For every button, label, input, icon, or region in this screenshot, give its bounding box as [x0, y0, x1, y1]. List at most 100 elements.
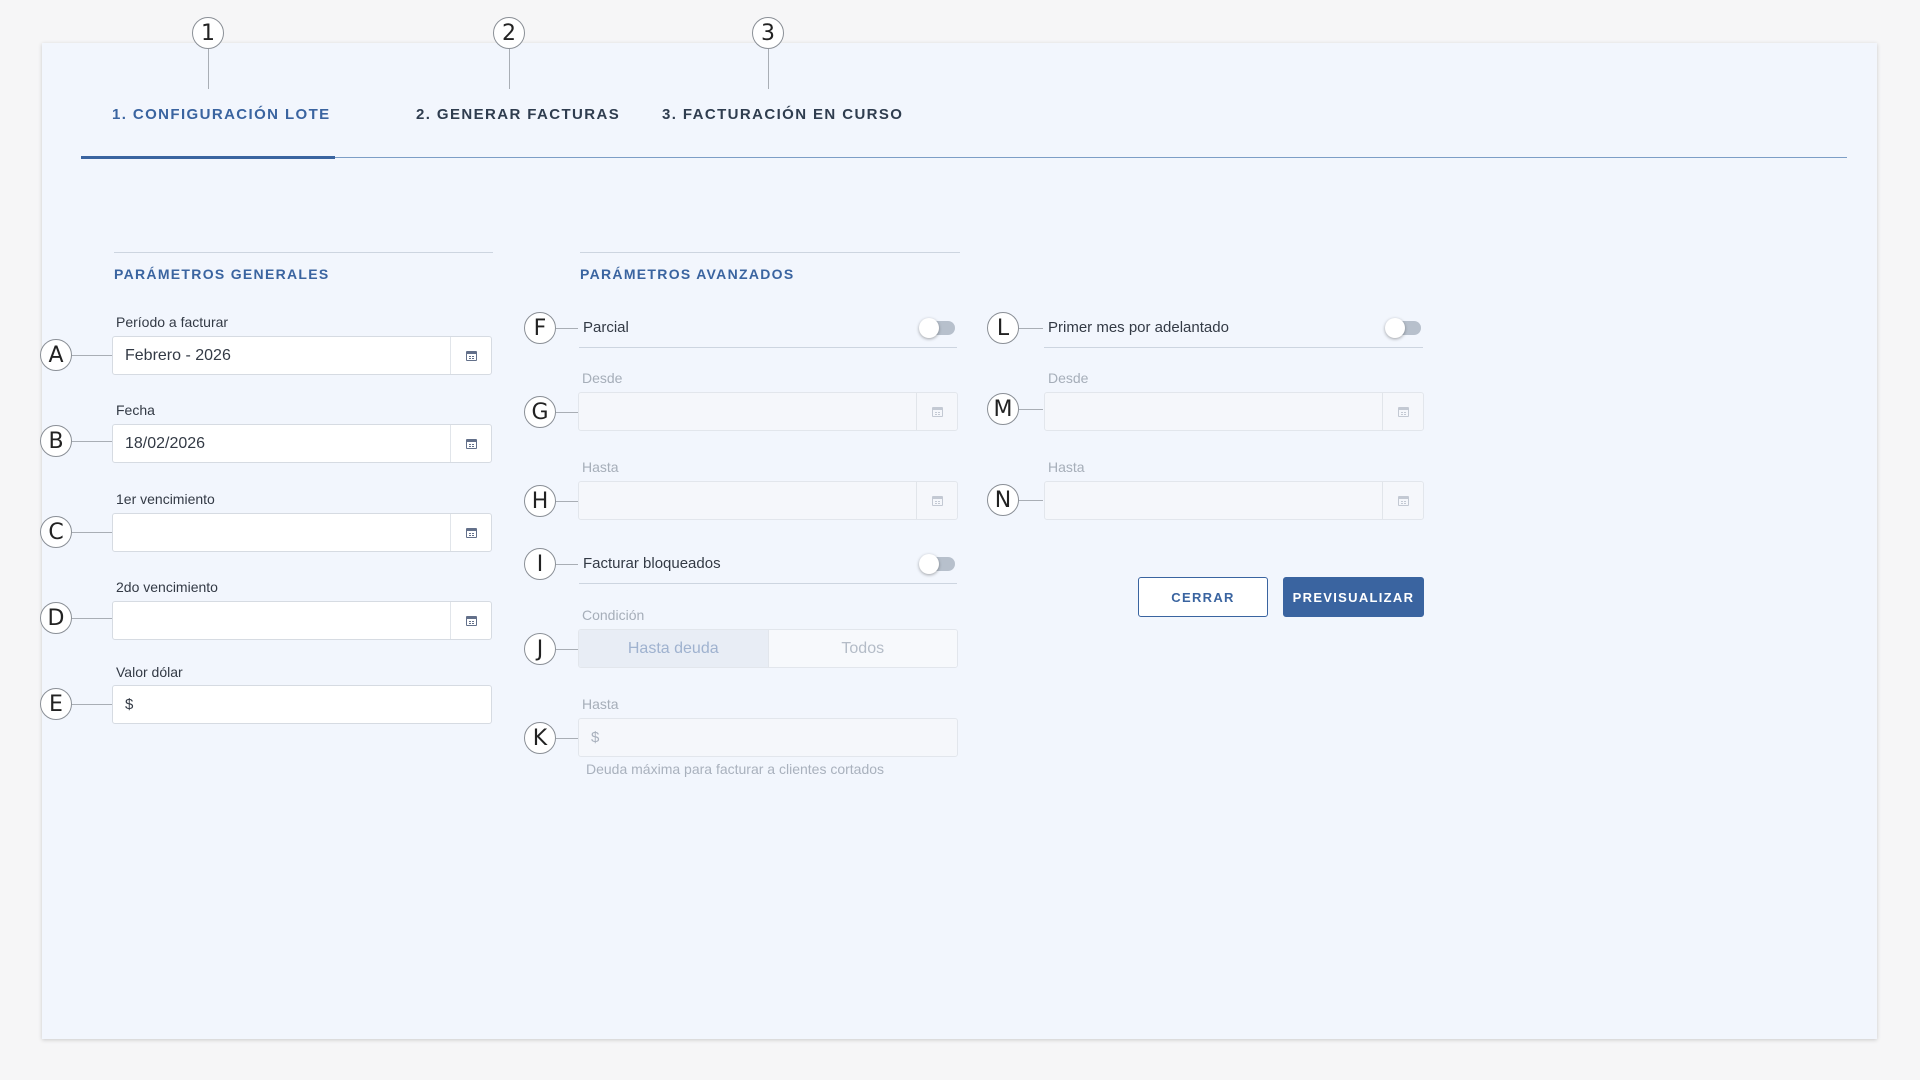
parcial-hasta-field[interactable]	[578, 481, 958, 520]
callout-f: F	[524, 312, 556, 344]
fecha-value: 18/02/2026	[125, 434, 206, 452]
section-title-general: PARÁMETROS GENERALES	[114, 266, 330, 282]
callout-n: N	[987, 484, 1019, 516]
parcial-row: Parcial	[579, 309, 957, 348]
callout-connector	[1019, 500, 1043, 501]
callout-connector	[556, 564, 578, 565]
primer-mes-label: Primer mes por adelantado	[1048, 319, 1229, 336]
bloqueados-toggle[interactable]	[919, 554, 955, 574]
periodo-label: Período a facturar	[116, 314, 229, 330]
callout-g: G	[524, 396, 556, 428]
callout-j: J	[524, 633, 556, 665]
callout-b: B	[40, 425, 72, 457]
venc2-field[interactable]	[112, 601, 492, 640]
primer-hasta-calendar-button[interactable]	[1382, 482, 1423, 519]
callout-i: I	[524, 548, 556, 580]
tab-divider	[81, 157, 1847, 158]
callout-connector	[556, 738, 578, 739]
toggle-knob	[919, 554, 939, 574]
dolar-label: Valor dólar	[116, 664, 183, 680]
tab-facturacion-en-curso[interactable]: 3. FACTURACIÓN EN CURSO	[662, 106, 903, 126]
parcial-label: Parcial	[583, 319, 629, 336]
parcial-desde-calendar-button[interactable]	[916, 393, 957, 430]
fecha-calendar-button[interactable]	[450, 425, 491, 462]
periodo-value: Febrero - 2026	[125, 346, 231, 364]
condicion-option-todos[interactable]: Todos	[767, 630, 957, 667]
preview-button[interactable]: PREVISUALIZAR	[1283, 577, 1424, 617]
condicion-label: Condición	[582, 607, 645, 623]
venc1-field[interactable]	[112, 513, 492, 552]
callout-connector	[1019, 328, 1043, 329]
toggle-knob	[1385, 318, 1405, 338]
toggle-knob	[919, 318, 939, 338]
bloqueados-label: Facturar bloqueados	[583, 555, 721, 572]
callout-connector	[72, 355, 112, 356]
condicion-segmented-control: Hasta deuda Todos	[578, 629, 958, 668]
callout-step-1: 1	[192, 17, 224, 49]
callout-c: C	[40, 516, 72, 548]
parcial-desde-label: Desde	[582, 370, 623, 386]
primer-hasta-label: Hasta	[1048, 459, 1085, 475]
callout-connector	[556, 501, 578, 502]
close-button[interactable]: CERRAR	[1138, 577, 1268, 617]
tab-generar-facturas[interactable]: 2. GENERAR FACTURAS	[416, 106, 620, 126]
callout-connector	[72, 618, 112, 619]
callout-h: H	[524, 485, 556, 517]
periodo-calendar-button[interactable]	[450, 337, 491, 374]
callout-connector	[1019, 409, 1043, 410]
condicion-option-hasta-deuda[interactable]: Hasta deuda	[579, 630, 768, 667]
calendar-icon	[465, 438, 477, 449]
callout-connector	[556, 412, 578, 413]
venc2-calendar-button[interactable]	[450, 602, 491, 639]
calendar-icon	[1397, 406, 1409, 417]
fecha-field[interactable]: 18/02/2026	[112, 424, 492, 463]
fecha-label: Fecha	[116, 402, 155, 418]
primer-mes-toggle[interactable]	[1385, 318, 1421, 338]
calendar-icon	[1397, 495, 1409, 506]
venc1-calendar-button[interactable]	[450, 514, 491, 551]
primer-hasta-field[interactable]	[1044, 481, 1424, 520]
active-tab-indicator	[81, 156, 335, 159]
callout-connector	[72, 704, 112, 705]
callout-step-3: 3	[752, 17, 784, 49]
primer-desde-field[interactable]	[1044, 392, 1424, 431]
callout-connector	[556, 328, 578, 329]
calendar-icon	[465, 615, 477, 626]
callout-connector	[509, 49, 510, 89]
section-title-advanced: PARÁMETROS AVANZADOS	[580, 266, 795, 282]
callout-d: D	[40, 602, 72, 634]
deuda-hasta-label: Hasta	[582, 696, 619, 712]
callout-connector	[768, 49, 769, 89]
bloqueados-row: Facturar bloqueados	[579, 545, 957, 584]
calendar-icon	[465, 350, 477, 361]
tab-configuracion-lote[interactable]: 1. CONFIGURACIÓN LOTE	[112, 106, 331, 126]
parcial-hasta-calendar-button[interactable]	[916, 482, 957, 519]
deuda-hasta-hint: Deuda máxima para facturar a clientes co…	[586, 761, 885, 777]
parcial-hasta-label: Hasta	[582, 459, 619, 475]
calendar-icon	[931, 495, 943, 506]
deuda-hasta-field[interactable]: $	[578, 718, 958, 757]
primer-desde-label: Desde	[1048, 370, 1089, 386]
dolar-field[interactable]: $	[112, 685, 492, 724]
parcial-toggle[interactable]	[919, 318, 955, 338]
callout-step-2: 2	[493, 17, 525, 49]
primer-desde-calendar-button[interactable]	[1382, 393, 1423, 430]
section-divider	[114, 252, 493, 253]
callout-a: A	[40, 339, 72, 371]
callout-m: M	[987, 393, 1019, 425]
parcial-desde-field[interactable]	[578, 392, 958, 431]
callout-connector	[208, 49, 209, 89]
venc2-label: 2do vencimiento	[116, 579, 218, 595]
callout-connector	[72, 532, 112, 533]
deuda-hasta-prefix: $	[591, 729, 600, 746]
callout-k: K	[524, 722, 556, 754]
callout-e: E	[40, 688, 72, 720]
callout-connector	[72, 441, 112, 442]
callout-connector	[556, 649, 578, 650]
venc1-label: 1er vencimiento	[116, 491, 215, 507]
callout-l: L	[987, 312, 1019, 344]
section-divider	[580, 252, 960, 253]
calendar-icon	[465, 527, 477, 538]
calendar-icon	[931, 406, 943, 417]
periodo-field[interactable]: Febrero - 2026	[112, 336, 492, 375]
